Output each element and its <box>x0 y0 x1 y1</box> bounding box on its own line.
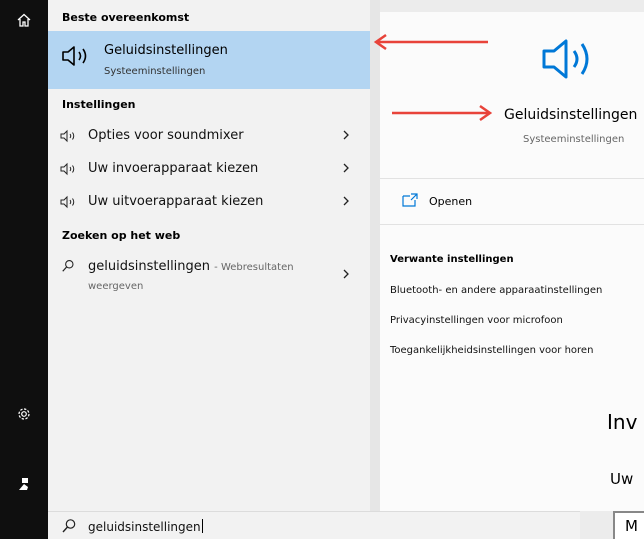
search-icon <box>62 519 76 533</box>
preview-pane: Geluidsinstellingen Systeeminstellingen … <box>380 12 644 511</box>
preview-subtitle: Systeeminstellingen <box>523 134 625 145</box>
background-window-heading: Inv <box>607 410 638 434</box>
speaker-icon <box>60 195 75 209</box>
preview-title: Geluidsinstellingen <box>504 107 638 123</box>
annotation-arrow-right <box>392 104 493 122</box>
chevron-right-icon <box>343 163 349 173</box>
speaker-icon <box>62 46 87 66</box>
speaker-icon <box>60 129 75 143</box>
annotation-arrow-left <box>373 33 488 51</box>
speaker-icon <box>60 162 75 176</box>
related-link-hearing-accessibility[interactable]: Toegankelijkheidsinstellingen voor horen <box>390 345 593 356</box>
start-rail <box>0 0 48 539</box>
background-window-select[interactable]: M <box>613 511 644 539</box>
search-box[interactable]: geluidsinstellingen <box>48 511 580 539</box>
related-link-microphone-privacy[interactable]: Privacyinstellingen voor microfoon <box>390 315 563 326</box>
background-window-subheading: Uw <box>610 470 634 488</box>
web-result-query: geluidsinstellingen <box>88 259 211 274</box>
chevron-right-icon <box>343 269 349 279</box>
search-input-value: geluidsinstellingen <box>88 520 201 534</box>
gear-icon[interactable] <box>12 402 36 426</box>
search-icon <box>62 260 74 272</box>
settings-item-input-device[interactable]: Uw invoerapparaat kiezen <box>48 153 370 185</box>
open-action[interactable]: Openen <box>380 178 644 222</box>
settings-item-label: Uw uitvoerapparaat kiezen <box>88 194 264 209</box>
chevron-right-icon <box>343 196 349 206</box>
best-match-subtitle: Systeeminstellingen <box>104 66 206 77</box>
section-settings-heading: Instellingen <box>62 98 136 111</box>
text-caret <box>201 519 203 533</box>
related-settings-heading: Verwante instellingen <box>390 254 514 265</box>
section-best-match-heading: Beste overeenkomst <box>62 11 190 24</box>
divider <box>380 224 644 225</box>
best-match-title: Geluidsinstellingen <box>104 43 228 58</box>
panel-gap <box>370 0 380 511</box>
home-icon[interactable] <box>12 8 36 32</box>
settings-item-label: Opties voor soundmixer <box>88 128 244 143</box>
search-input[interactable]: geluidsinstellingen <box>88 519 203 534</box>
search-results-panel: Beste overeenkomst Geluidsinstellingen S… <box>48 0 370 539</box>
settings-item-soundmixer[interactable]: Opties voor soundmixer <box>48 120 370 152</box>
best-match-item[interactable]: Geluidsinstellingen Systeeminstellingen <box>48 31 370 89</box>
speaker-icon <box>542 39 589 79</box>
open-label: Openen <box>429 195 473 208</box>
chevron-right-icon <box>343 130 349 140</box>
settings-item-label: Uw invoerapparaat kiezen <box>88 161 259 176</box>
settings-item-output-device[interactable]: Uw uitvoerapparaat kiezen <box>48 186 370 218</box>
user-icon[interactable] <box>12 472 36 496</box>
open-icon <box>402 193 418 207</box>
web-search-result[interactable]: geluidsinstellingen - Webresultaten weer… <box>48 255 370 299</box>
related-link-bluetooth[interactable]: Bluetooth- en andere apparaatinstellinge… <box>390 285 602 296</box>
section-web-heading: Zoeken op het web <box>62 229 181 242</box>
